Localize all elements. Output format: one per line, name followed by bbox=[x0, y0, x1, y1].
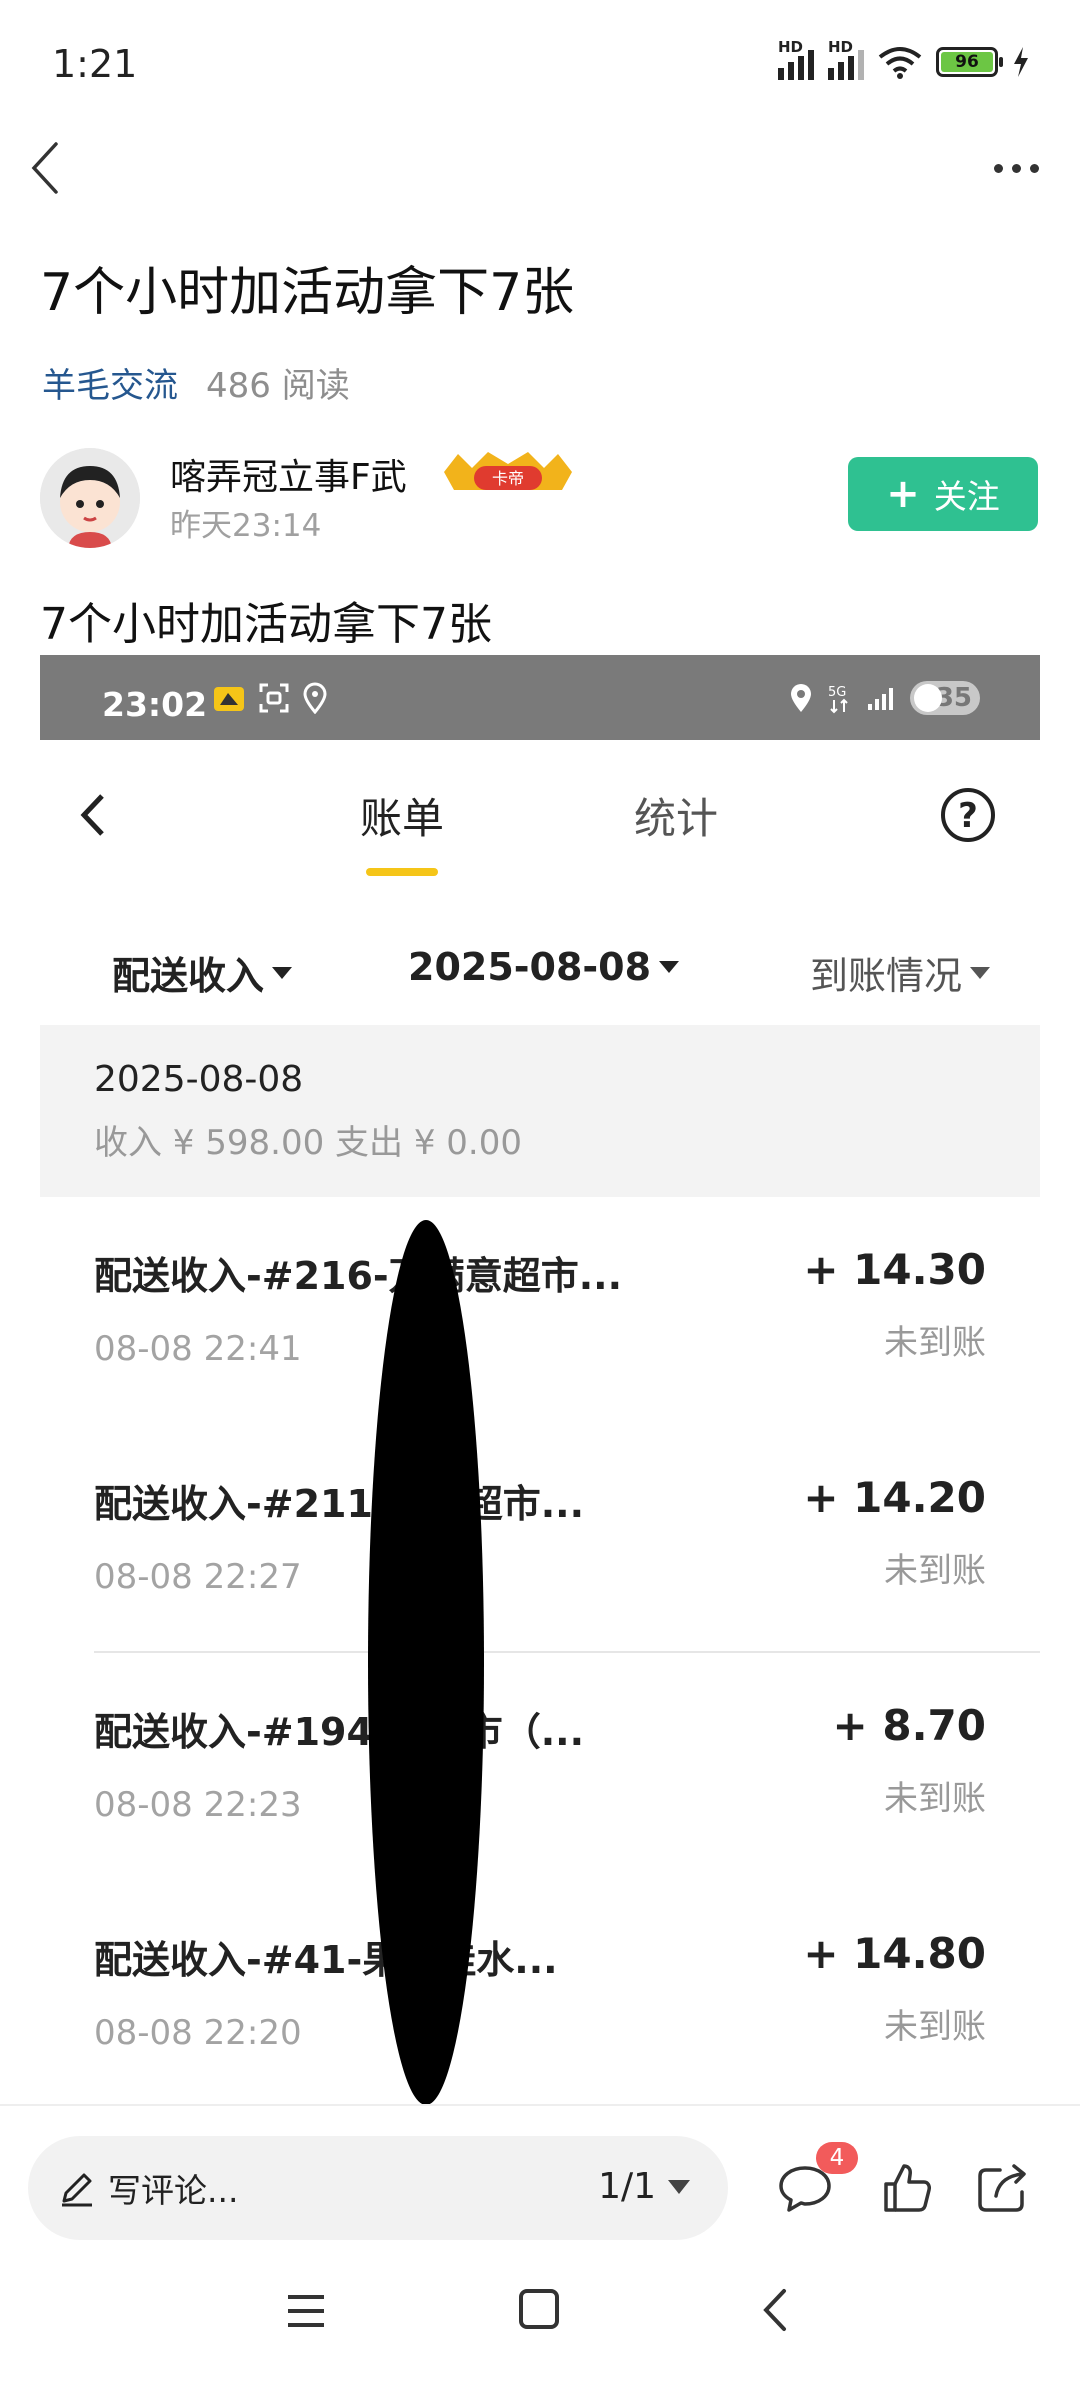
dot bbox=[1011, 163, 1021, 173]
status-time: 1:21 bbox=[52, 42, 138, 86]
record-status: 未到账 bbox=[884, 1323, 986, 1363]
wifi-icon bbox=[878, 47, 922, 79]
record-title: 配送收入-#41-果美佳水... bbox=[94, 1938, 558, 1982]
page-indicator[interactable]: 1/1 bbox=[598, 2166, 690, 2207]
summary-date: 2025-08-08 bbox=[94, 1059, 304, 1100]
record-title: 配送收入-#211-满意超市... bbox=[94, 1482, 585, 1526]
dropdown-arrow-icon bbox=[272, 966, 293, 979]
avatar-image bbox=[40, 448, 140, 548]
record-amount: + 8.70 bbox=[832, 1701, 986, 1750]
svg-text:5G: 5G bbox=[828, 685, 846, 700]
follow-label: 关注 bbox=[933, 477, 1000, 516]
follow-button[interactable]: + 关注 bbox=[848, 457, 1038, 531]
comment-bar: 写评论... 1/1 4 bbox=[0, 2104, 1080, 2249]
record-amount: + 14.20 bbox=[803, 1473, 986, 1522]
post-time: 昨天23:14 bbox=[170, 508, 322, 544]
filter-date: 2025-08-08 bbox=[408, 945, 680, 989]
filter-type: 配送收入 bbox=[112, 945, 293, 1000]
comment-placeholder: 写评论... bbox=[108, 2171, 239, 2210]
avatar[interactable] bbox=[40, 448, 140, 548]
dropdown-arrow-icon bbox=[668, 2179, 690, 2194]
location-icon bbox=[791, 684, 811, 712]
record-title: 配送收入-#194-佳超市（... bbox=[94, 1710, 585, 1754]
image-status-bar: 23:02 5G 35 bbox=[40, 655, 1040, 740]
record-time: 08-08 22:20 bbox=[94, 2013, 302, 2053]
tab-underline bbox=[366, 868, 438, 876]
signal-bars-icon bbox=[868, 688, 893, 710]
back-button[interactable] bbox=[26, 138, 66, 198]
post-image[interactable]: 23:02 5G 35 账单 统计 ? 配送收入 2025-08-08 到账情况… bbox=[40, 655, 1040, 2105]
record-time: 08-08 22:27 bbox=[94, 1557, 302, 1597]
more-options-button[interactable] bbox=[988, 148, 1044, 188]
record-time: 08-08 22:23 bbox=[94, 1785, 302, 1825]
list-item: 配送收入-#41-果美佳水... 08-08 22:20 + 14.80 未到账 bbox=[40, 1881, 1040, 2105]
signal-icon-2: HD bbox=[828, 38, 864, 80]
record-status: 未到账 bbox=[884, 1551, 986, 1591]
signal-icon: HD bbox=[778, 38, 814, 80]
record-status: 未到账 bbox=[884, 2007, 986, 2047]
dropdown-arrow-icon bbox=[970, 966, 990, 979]
home-icon[interactable] bbox=[519, 2289, 559, 2329]
plus-icon: + bbox=[886, 471, 920, 517]
category-link[interactable]: 羊毛交流 bbox=[42, 358, 178, 407]
scan-icon bbox=[259, 683, 289, 713]
image-status-left-icons bbox=[212, 681, 328, 715]
dot bbox=[1029, 163, 1039, 173]
crown-badge-icon: 卡帝 bbox=[444, 452, 572, 490]
list-item: 配送收入-#211-满意超市... 08-08 22:27 + 14.20 未到… bbox=[40, 1425, 1040, 1653]
status-bar: 1:21 HD HD 96 bbox=[0, 0, 1080, 130]
image-status-time: 23:02 bbox=[102, 685, 208, 724]
app-notification-icon bbox=[214, 687, 244, 711]
day-summary: 2025-08-08 收入 ¥ 598.00 支出 ¥ 0.00 bbox=[40, 1025, 1040, 1197]
post-body: 7个小时加活动拿下7张 bbox=[40, 599, 492, 650]
list-item: 配送收入-#194-佳超市（... 08-08 22:23 + 8.70 未到账 bbox=[40, 1653, 1040, 1881]
image-battery-icon: 35 bbox=[910, 681, 980, 715]
post-title: 7个小时加活动拿下7张 bbox=[40, 263, 575, 323]
summary-totals: 收入 ¥ 598.00 支出 ¥ 0.00 bbox=[94, 1123, 522, 1163]
battery-icon: 96 bbox=[936, 47, 1003, 77]
list-item: 配送收入-#216-万满意超市... 08-08 22:41 + 14.30 未… bbox=[40, 1197, 1040, 1425]
badge-label: 卡帝 bbox=[492, 469, 524, 488]
status-icons: HD HD 96 bbox=[778, 38, 1030, 80]
charging-icon bbox=[1014, 47, 1028, 77]
dropdown-arrow-icon bbox=[659, 961, 680, 973]
share-icon[interactable] bbox=[976, 2162, 1030, 2214]
dot bbox=[993, 163, 1003, 173]
record-amount: + 14.80 bbox=[803, 1929, 986, 1978]
image-status-right-icons: 5G 35 bbox=[788, 681, 980, 715]
system-back-icon[interactable] bbox=[760, 2287, 790, 2333]
comment-count-badge: 4 bbox=[816, 2142, 858, 2174]
redaction-mark bbox=[368, 1220, 484, 2105]
author-name[interactable]: 喀弄冠立事F武 bbox=[170, 448, 407, 500]
filter-bar: 配送收入 2025-08-08 到账情况 bbox=[40, 925, 1040, 1025]
record-time: 08-08 22:41 bbox=[94, 1329, 302, 1369]
read-count: 486 阅读 bbox=[206, 366, 350, 406]
record-title: 配送收入-#216-万满意超市... bbox=[94, 1254, 623, 1298]
record-amount: + 14.30 bbox=[803, 1245, 986, 1294]
system-nav-bar bbox=[0, 2249, 1080, 2400]
pen-icon bbox=[62, 2173, 92, 2207]
location-outline-icon bbox=[303, 682, 327, 714]
tab-stats: 统计 bbox=[634, 794, 719, 843]
image-nav-bar: 账单 统计 ? bbox=[40, 740, 1040, 925]
comment-input[interactable]: 写评论... 1/1 bbox=[28, 2136, 728, 2240]
tab-bill: 账单 bbox=[360, 794, 445, 843]
5g-icon: 5G bbox=[828, 685, 848, 714]
thumbs-up-icon[interactable] bbox=[882, 2162, 932, 2214]
help-icon: ? bbox=[941, 788, 995, 842]
filter-status: 到账情况 bbox=[810, 945, 990, 1000]
record-status: 未到账 bbox=[884, 1779, 986, 1819]
post-meta: 羊毛交流 486 阅读 bbox=[42, 358, 350, 407]
image-back-icon bbox=[80, 794, 104, 836]
menu-icon[interactable] bbox=[284, 2291, 328, 2331]
